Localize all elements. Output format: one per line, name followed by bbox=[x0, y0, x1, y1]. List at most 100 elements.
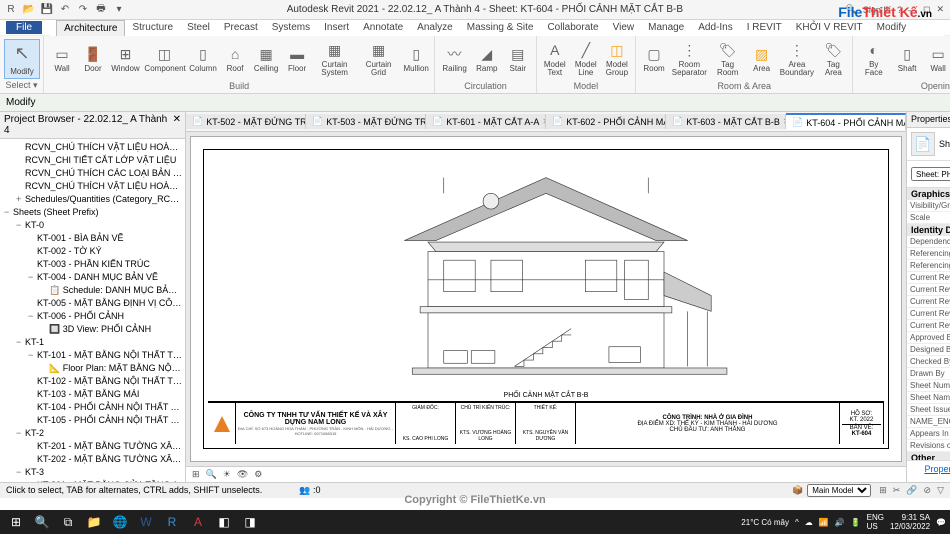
pb-item[interactable]: −KT-101 - MẶT BẰNG NỘI THẤT TẦNG 1 bbox=[2, 349, 183, 362]
project-browser-tree[interactable]: RCVN_CHÚ THÍCH VẬT LIỆU HOÀN THIỆNRCVN_C… bbox=[0, 139, 185, 482]
sb-icon[interactable]: ✂ bbox=[893, 485, 901, 496]
pb-item[interactable]: KT-105 - PHỐI CẢNH NỘI THẤT TẦNG 2 bbox=[2, 414, 183, 427]
prop-row[interactable]: Designed ByDesigner bbox=[907, 344, 950, 356]
prop-row[interactable]: Current Revision bbox=[907, 320, 950, 332]
ribbon-model-line[interactable]: ╱Model Line bbox=[572, 39, 600, 79]
view-tab[interactable]: 📄KT-603 - MẶT CẮT B-B✕ bbox=[666, 114, 786, 129]
pb-item[interactable]: −KT-006 - PHỐI CẢNH bbox=[2, 310, 183, 323]
pb-item[interactable]: −KT-0 bbox=[2, 219, 183, 232]
tab-modify[interactable]: Modify bbox=[870, 20, 913, 35]
tab-irevit[interactable]: I REVIT bbox=[740, 20, 789, 35]
sb-icon[interactable]: ⊘ bbox=[924, 485, 932, 496]
prop-row[interactable]: Approved ByApprover bbox=[907, 332, 950, 344]
prop-row[interactable]: Current Revisio... bbox=[907, 308, 950, 320]
tab-steel[interactable]: Steel bbox=[180, 20, 217, 35]
sb-icon[interactable]: ▽ bbox=[937, 485, 944, 496]
ribbon-stair[interactable]: ▤Stair bbox=[504, 43, 532, 75]
vc-icon[interactable]: ⊞ bbox=[192, 469, 200, 480]
close-icon[interactable]: ✕ bbox=[936, 4, 944, 15]
prop-row[interactable]: Current Revisio... bbox=[907, 296, 950, 308]
prop-row[interactable]: Referencing Det... bbox=[907, 260, 950, 272]
drawing-canvas[interactable]: PHỐI CẢNH MẶT CẮT B-B CÔNG TY TNHH TƯ VẤ… bbox=[190, 136, 902, 462]
prop-row[interactable]: Sheet NumberKT-604 bbox=[907, 380, 950, 392]
prop-row[interactable]: Sheet Issue Date02/27/20 bbox=[907, 404, 950, 416]
ribbon-column[interactable]: ▯Column bbox=[188, 43, 218, 75]
ribbon-mullion[interactable]: ▯Mullion bbox=[402, 43, 430, 75]
pb-item[interactable]: KT-003 - PHẦN KIẾN TRÚC bbox=[2, 258, 183, 271]
view-tab[interactable]: 📄KT-503 - MẶT ĐỨNG TRỤC D-A✕ bbox=[306, 114, 426, 129]
modify-button[interactable]: ↖Modify bbox=[4, 39, 40, 79]
vc-icon[interactable]: 👁 bbox=[237, 469, 248, 480]
redo-icon[interactable]: ↷ bbox=[76, 3, 90, 17]
pb-item[interactable]: RCVN_CHI TIẾT CẮT LỚP VẬT LIỆU bbox=[2, 154, 183, 167]
properties-help-link[interactable]: Properties help bbox=[924, 464, 950, 479]
ribbon-roof[interactable]: ⌂Roof bbox=[221, 43, 249, 75]
ribbon-area[interactable]: ▨Area bbox=[748, 43, 776, 75]
battery-icon[interactable]: 🔋 bbox=[851, 518, 861, 527]
tab-manage[interactable]: Manage bbox=[641, 20, 691, 35]
ribbon-railing[interactable]: 〰Railing bbox=[439, 43, 469, 75]
prop-row[interactable]: Revisions on Sh...Edit... bbox=[907, 440, 950, 452]
tab-collaborate[interactable]: Collaborate bbox=[540, 20, 605, 35]
pb-item[interactable]: +Schedules/Quantities (Category_RCVN) bbox=[2, 193, 183, 206]
pb-item[interactable]: RCVN_CHÚ THÍCH VẬT LIỆU HOÀN THIỆN bbox=[2, 141, 183, 154]
ribbon-ceiling[interactable]: ▦Ceiling bbox=[252, 43, 280, 75]
tab-massing[interactable]: Massing & Site bbox=[460, 20, 541, 35]
ribbon-shaft[interactable]: ▯Shaft bbox=[893, 43, 921, 75]
prop-row[interactable]: Current Revisio... bbox=[907, 284, 950, 296]
tab-systems[interactable]: Systems bbox=[265, 20, 317, 35]
pb-close-icon[interactable]: ✕ bbox=[173, 114, 181, 136]
save-icon[interactable]: 💾 bbox=[40, 3, 54, 17]
notification-icon[interactable]: 💬 bbox=[936, 518, 946, 527]
pb-item[interactable]: −KT-1 bbox=[2, 336, 183, 349]
search-button[interactable]: 🔍 bbox=[30, 512, 54, 532]
ribbon-model-text[interactable]: AModel Text bbox=[541, 39, 569, 79]
ribbon-wall[interactable]: ▭Wall bbox=[924, 43, 950, 75]
ribbon-ramp[interactable]: ◢Ramp bbox=[473, 43, 501, 75]
tab-precast[interactable]: Precast bbox=[217, 20, 265, 35]
app-icon[interactable]: ◧ bbox=[212, 512, 236, 532]
ribbon-wall[interactable]: ▭Wall bbox=[48, 43, 76, 75]
file-menu[interactable]: File bbox=[6, 21, 42, 34]
sb-icon[interactable]: 🔗 bbox=[906, 485, 917, 496]
pb-item[interactable]: KT-102 - MẶT BẰNG NỘI THẤT TẦNG 2 bbox=[2, 375, 183, 388]
workset-selector[interactable]: Main Model bbox=[807, 484, 871, 497]
properties-instance-selector[interactable]: Sheet: PHỐI CẢNH M bbox=[911, 167, 950, 181]
pb-item[interactable]: −KT-2 bbox=[2, 427, 183, 440]
chrome-icon[interactable]: 🌐 bbox=[108, 512, 132, 532]
tab-addins[interactable]: Add-Ins bbox=[691, 20, 739, 35]
start-button[interactable]: ⊞ bbox=[4, 512, 28, 532]
pb-item[interactable]: KT-104 - PHỐI CẢNH NỘI THẤT TẦNG 1 bbox=[2, 401, 183, 414]
ribbon-model-group[interactable]: ◫Model Group bbox=[603, 39, 631, 79]
prop-row[interactable]: Referencing Sh... bbox=[907, 248, 950, 260]
wifi-icon[interactable]: 📶 bbox=[819, 518, 829, 527]
app-icon[interactable]: ◨ bbox=[238, 512, 262, 532]
pb-item[interactable]: KT-103 - MẶT BẰNG MÁI bbox=[2, 388, 183, 401]
pb-item[interactable]: −KT-3 bbox=[2, 466, 183, 479]
tab-view[interactable]: View bbox=[606, 20, 642, 35]
vc-icon[interactable]: ☀ bbox=[223, 469, 231, 480]
vc-icon[interactable]: 🔍 bbox=[206, 469, 217, 480]
undo-icon[interactable]: ↶ bbox=[58, 3, 72, 17]
ribbon-area-boundary[interactable]: ⋮Area Boundary bbox=[779, 39, 816, 79]
tab-annotate[interactable]: Annotate bbox=[356, 20, 410, 35]
pb-item[interactable]: −KT-004 - DANH MỤC BẢN VẼ bbox=[2, 271, 183, 284]
pb-item[interactable]: 🔲 3D View: PHỐI CẢNH bbox=[2, 323, 183, 336]
qat-more-icon[interactable]: ▾ bbox=[112, 3, 126, 17]
view-control-bar[interactable]: ⊞ 🔍 ☀ 👁 ⚙ bbox=[186, 466, 906, 482]
word-icon[interactable]: W bbox=[134, 512, 158, 532]
tab-insert[interactable]: Insert bbox=[317, 20, 356, 35]
ribbon-curtain-grid[interactable]: ▦Curtain Grid bbox=[358, 39, 399, 79]
pb-item[interactable]: −Sheets (Sheet Prefix) bbox=[2, 206, 183, 219]
ribbon-by-face[interactable]: ◐By Face bbox=[857, 39, 890, 79]
pb-item[interactable]: KT-301 - MẶT BẰNG CỬA TẦNG 1 bbox=[2, 479, 183, 482]
ribbon-tag-area[interactable]: 🏷Tag Area bbox=[818, 39, 848, 79]
view-tab[interactable]: 📄KT-604 - PHỐI CẢNH MẶT CẮT...✕ bbox=[786, 113, 906, 130]
ribbon-component[interactable]: ◫Component bbox=[144, 43, 185, 75]
pb-item[interactable]: RCVN_CHÚ THÍCH CÁC LOẠI BẢN VẼ bbox=[2, 167, 183, 180]
tab-khoiv[interactable]: KHỞI V REVIT bbox=[789, 20, 870, 35]
revit-taskbar-icon[interactable]: R bbox=[160, 512, 184, 532]
sb-icon[interactable]: ⊞ bbox=[879, 485, 887, 496]
vc-icon[interactable]: ⚙ bbox=[254, 469, 262, 480]
pb-item[interactable]: 📐 Floor Plan: MẶT BẰNG NỘI THẤT TẦNG 1 bbox=[2, 362, 183, 375]
